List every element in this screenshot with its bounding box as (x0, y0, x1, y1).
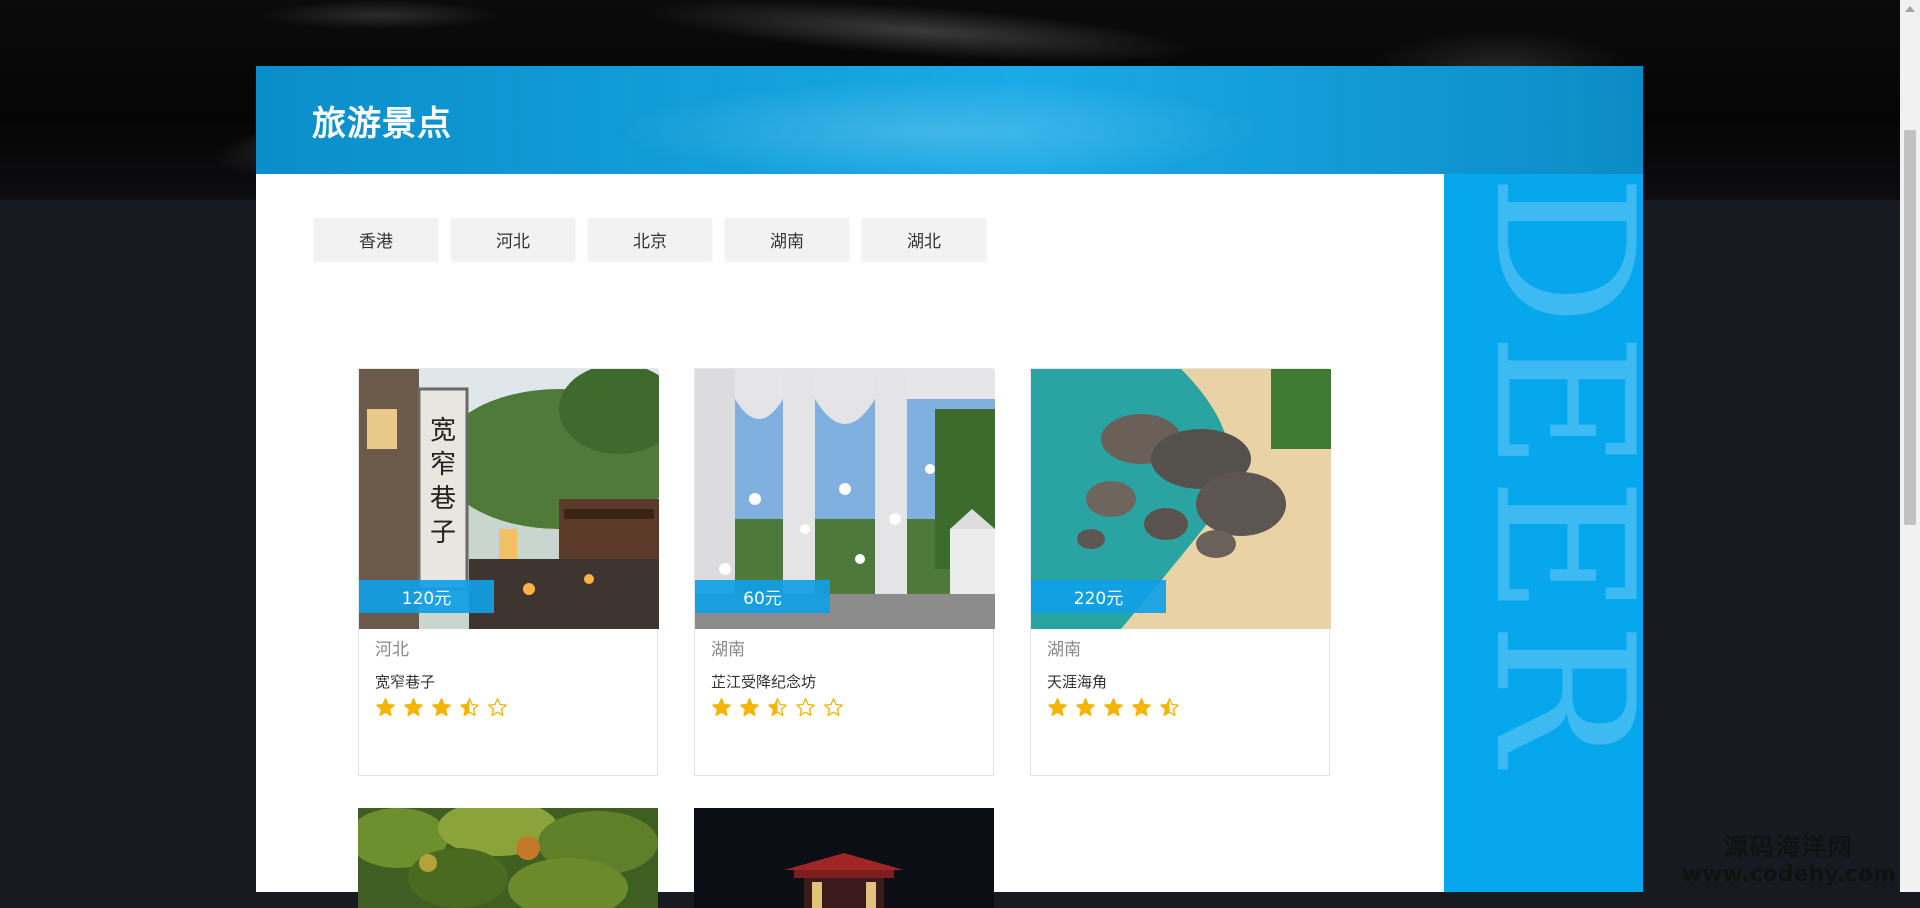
tab-category[interactable]: 香港 (314, 218, 438, 260)
card-title[interactable]: 宽窄巷子 (375, 671, 435, 692)
price-badge: 220元 (1031, 580, 1166, 613)
price-badge: 120元 (359, 580, 494, 613)
svg-text:宽: 宽 (430, 416, 456, 446)
attraction-photo[interactable]: 220元 (1031, 369, 1331, 629)
star-full-icon (712, 698, 731, 717)
banner-decoration (260, 0, 500, 30)
star-full-icon (432, 698, 451, 717)
star-full-icon (376, 698, 395, 717)
page-title: 旅游景点 (312, 104, 452, 144)
star-empty-icon (796, 698, 815, 717)
svg-text:子: 子 (430, 518, 456, 548)
attraction-card[interactable]: 220元 湖南 天涯海角 (1030, 368, 1331, 776)
attraction-card[interactable] (358, 808, 658, 908)
tab-category[interactable]: 河北 (451, 218, 575, 260)
attraction-card[interactable]: 宽 窄 巷 子 120元 河北 宽窄巷子 (358, 368, 659, 776)
svg-text:窄: 窄 (430, 450, 456, 480)
card-title[interactable]: 天涯海角 (1047, 671, 1107, 692)
star-empty-icon (488, 698, 507, 717)
star-rating (375, 697, 508, 718)
star-rating (1047, 697, 1180, 718)
star-full-icon (1132, 698, 1151, 717)
banner-decoration (638, 0, 1202, 76)
panel-header: 旅游景点 (256, 66, 1643, 174)
svg-text:巷: 巷 (430, 484, 456, 514)
header-decoration (596, 66, 1356, 174)
watermark-line2: www.codehy.com (1681, 862, 1896, 887)
attraction-photo[interactable]: 60元 (695, 369, 995, 629)
price-badge: 60元 (695, 580, 830, 613)
card-region: 湖南 (711, 640, 745, 660)
forest-photo-image (358, 808, 658, 908)
watermark: 源码海洋网 www.codehy.com (1682, 832, 1896, 888)
star-full-icon (1076, 698, 1095, 717)
watermark-line1: 源码海洋网 (1723, 833, 1854, 861)
star-half-icon (1160, 698, 1179, 717)
attraction-card[interactable]: 60元 湖南 芷江受降纪念坊 (694, 368, 995, 776)
star-full-icon (404, 698, 423, 717)
vertical-scrollbar[interactable] (1900, 0, 1920, 892)
card-title[interactable]: 芷江受降纪念坊 (711, 671, 816, 692)
card-region: 河北 (375, 640, 409, 660)
attraction-photo[interactable]: 宽 窄 巷 子 120元 (359, 369, 659, 629)
attraction-card[interactable] (694, 808, 994, 908)
decorative-text: DEER (1453, 174, 1643, 771)
star-empty-icon (824, 698, 843, 717)
scrollbar-thumb[interactable] (1904, 130, 1916, 525)
category-tabs: 香港 河北 北京 湖南 湖北 (314, 218, 986, 260)
pavilion-photo-image (694, 808, 994, 908)
tab-category[interactable]: 湖北 (862, 218, 986, 260)
star-half-icon (768, 698, 787, 717)
scroll-up-arrow-icon[interactable] (1905, 6, 1915, 12)
card-region: 湖南 (1047, 640, 1081, 660)
side-decoration: DEER (1444, 174, 1643, 892)
tab-category[interactable]: 湖南 (725, 218, 849, 260)
star-full-icon (1104, 698, 1123, 717)
star-rating (711, 697, 844, 718)
star-half-icon (460, 698, 479, 717)
star-full-icon (740, 698, 759, 717)
star-full-icon (1048, 698, 1067, 717)
tab-category[interactable]: 北京 (588, 218, 712, 260)
